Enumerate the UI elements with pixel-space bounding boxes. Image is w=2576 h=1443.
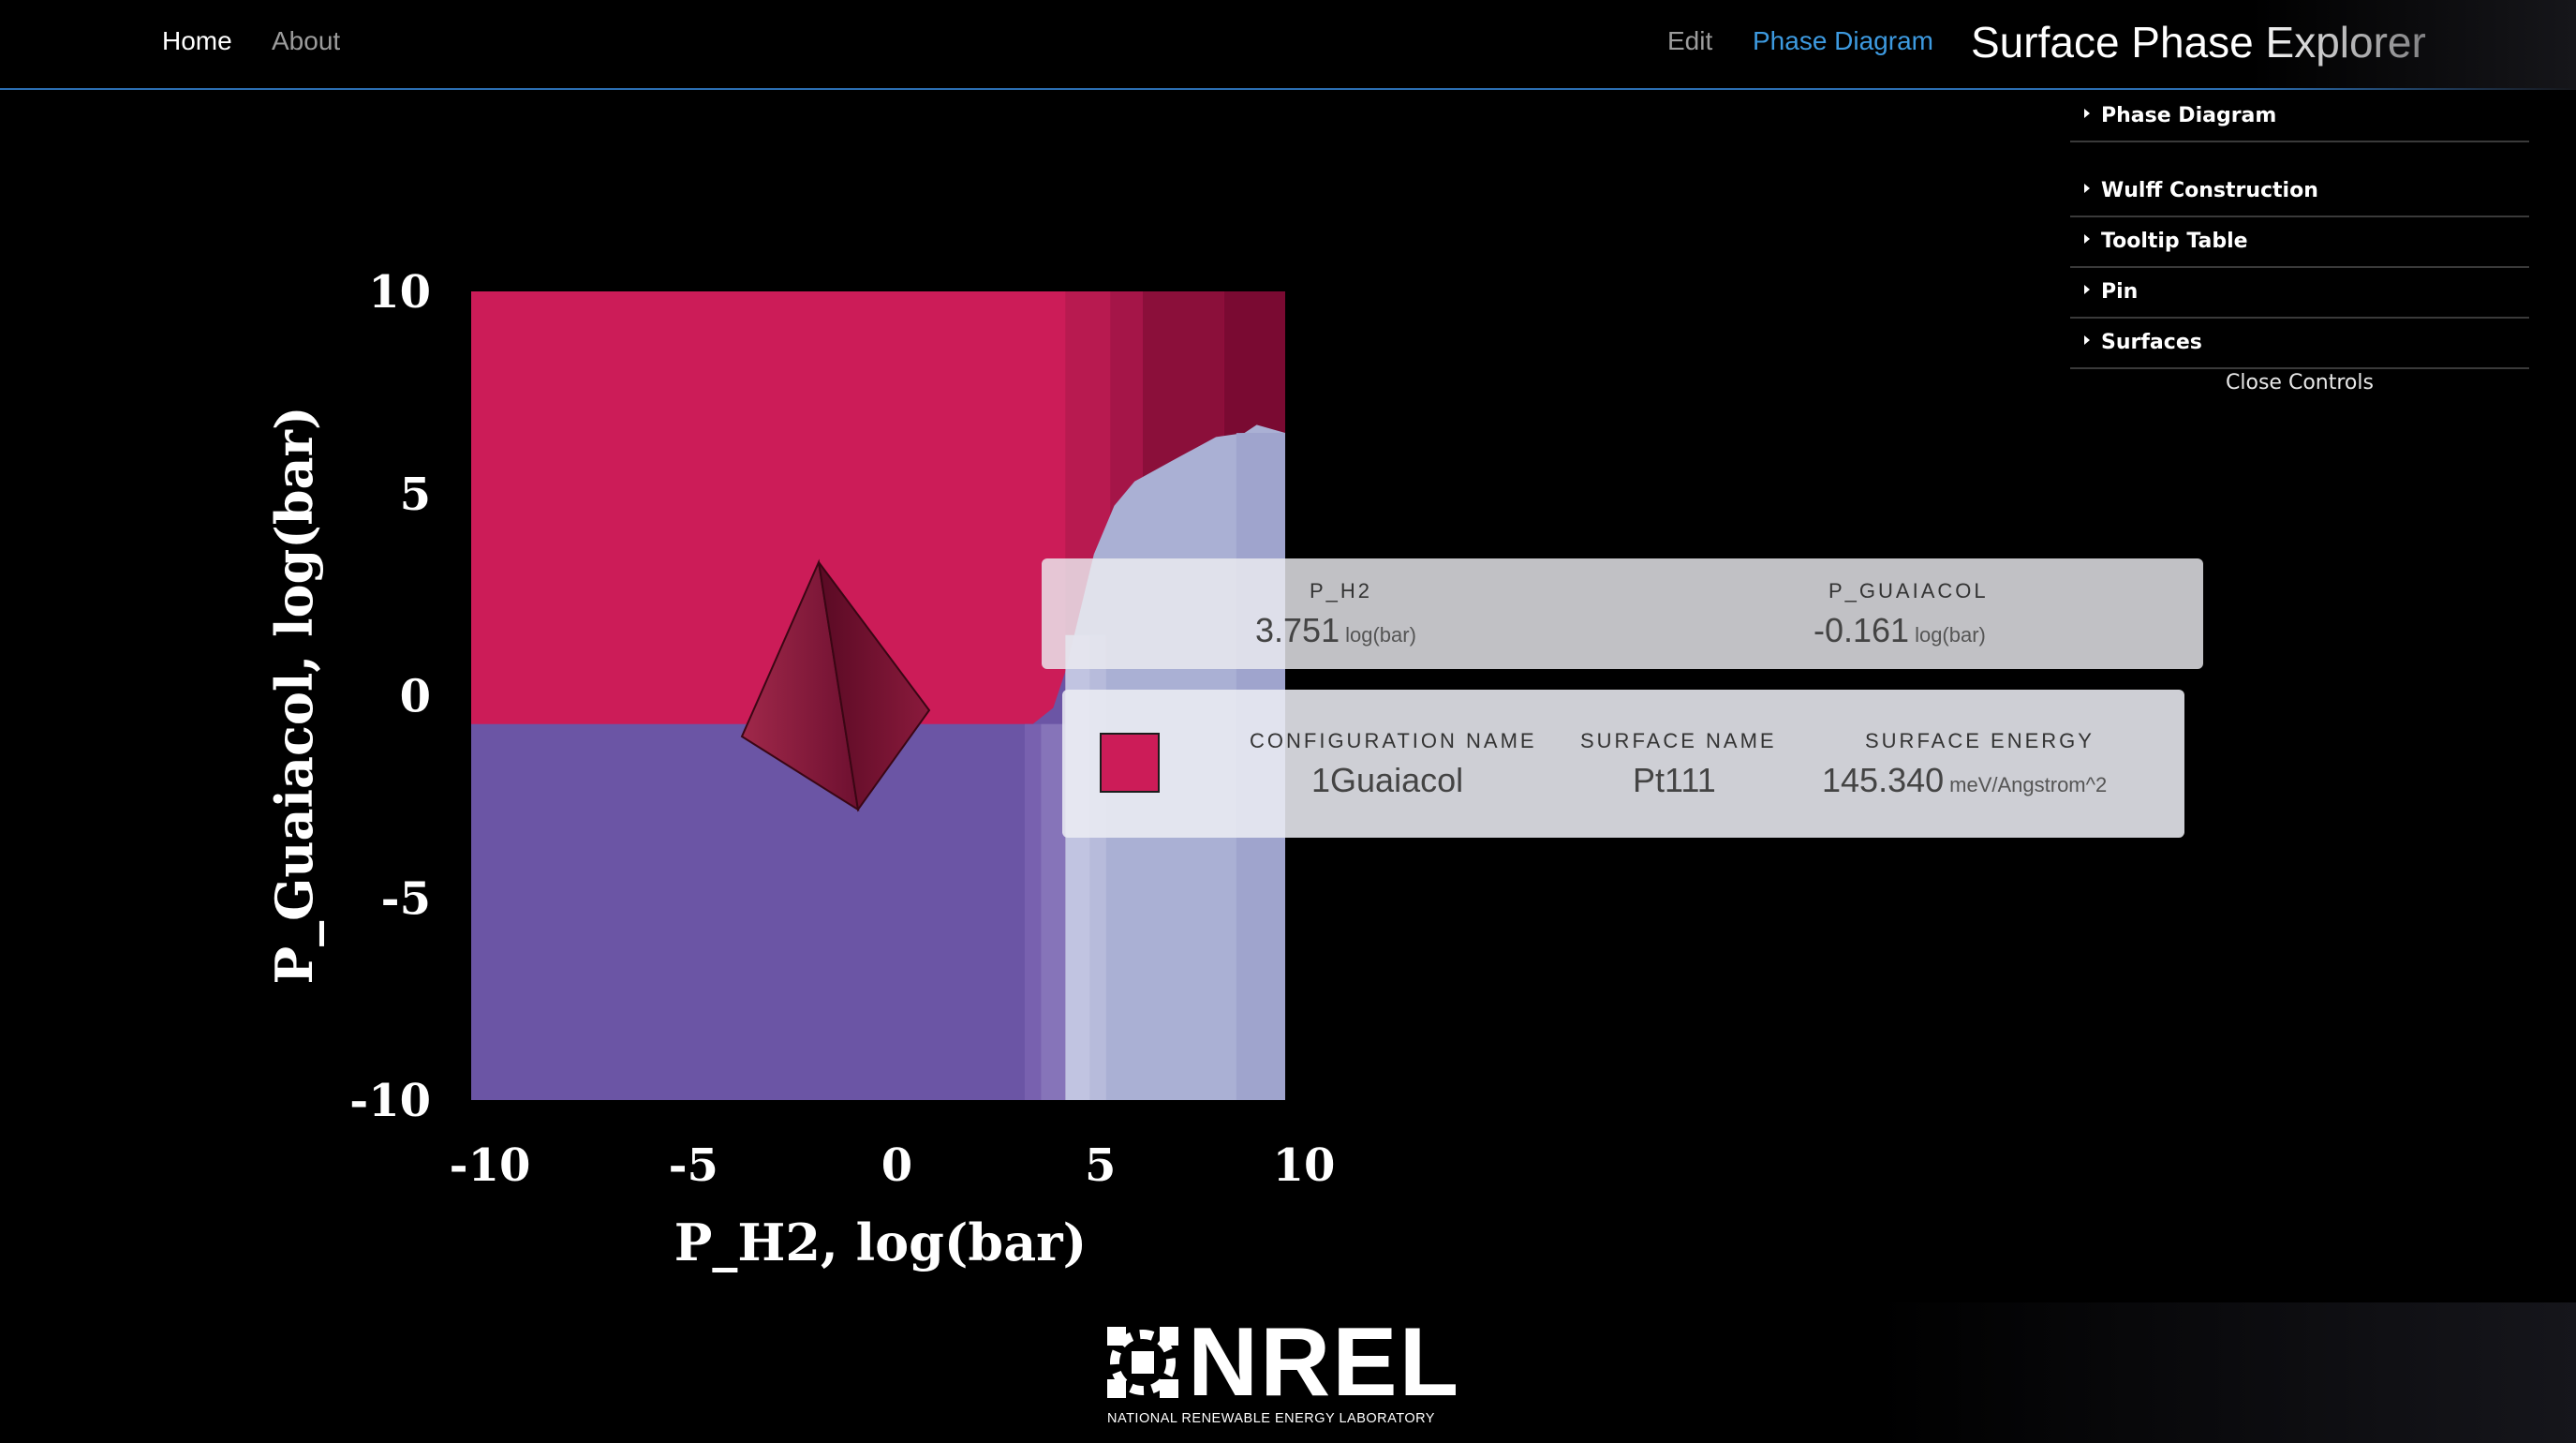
surface-tooltip-card: CONFIGURATION NAME 1Guaiacol SURFACE NAM… (1062, 690, 2184, 838)
control-folder-pin[interactable]: Pin (2070, 270, 2529, 319)
x-tick-label: 10 (1273, 1139, 1336, 1192)
surface-name-value: Pt111 (1633, 761, 1716, 799)
footer-gradient (1873, 1302, 2576, 1443)
nrel-logo[interactable]: NREL NATIONAL RENEWABLE ENERGY LABORATOR… (1105, 1314, 1465, 1428)
triangle-right-icon (2084, 184, 2090, 193)
y-tick-label: -5 (381, 872, 431, 925)
control-folder-phase-diagram[interactable]: Phase Diagram (2070, 94, 2529, 142)
control-folder-label: Surfaces (2101, 331, 2202, 354)
y-axis-ticks: 10 5 0 -5 -10 (349, 266, 431, 1127)
surface-energy-value: 145.340 (1822, 761, 1945, 799)
x-axis-ticks: -10 -5 0 5 10 (450, 1139, 1336, 1192)
control-folder-label: Tooltip Table (2101, 230, 2248, 253)
p-h2-header: P_H2 (1310, 579, 1373, 602)
x-axis-title: P_H2, log(bar) (674, 1212, 1087, 1272)
phase-color-swatch (1100, 733, 1160, 793)
control-folder-surfaces[interactable]: Surfaces (2070, 320, 2529, 369)
nrel-emblem-icon (1107, 1327, 1178, 1398)
region-transition-band (1024, 723, 1042, 1100)
x-tick-label: -10 (450, 1139, 531, 1192)
surface-energy-value-group: 145.340 meV/Angstrom^2 (1822, 761, 2107, 800)
p-guaiacol-header: P_GUAIACOL (1828, 579, 1989, 602)
y-tick-label: 0 (400, 671, 431, 723)
p-h2-value-group: 3.751 log(bar) (1255, 611, 1416, 650)
p-guaiacol-value-group: -0.161 log(bar) (1814, 611, 1986, 650)
configuration-name-header: CONFIGURATION NAME (1250, 729, 1537, 752)
surface-energy-header: SURFACE ENERGY (1865, 729, 2095, 752)
y-tick-label: 10 (368, 266, 431, 319)
p-guaiacol-value: -0.161 (1814, 611, 1910, 649)
y-axis-title: P_Guaiacol, log(bar) (264, 406, 324, 984)
triangle-right-icon (2084, 234, 2090, 244)
configuration-name-value: 1Guaiacol (1311, 761, 1464, 799)
triangle-right-icon (2084, 335, 2090, 345)
control-folder-wulff-construction[interactable]: Wulff Construction (2070, 169, 2529, 217)
pressure-tooltip-card: P_H2 3.751 log(bar) P_GUAIACOL -0.161 log(… (1042, 558, 2203, 669)
p-guaiacol-unit: log(bar) (1915, 623, 1986, 647)
x-tick-label: 0 (881, 1139, 912, 1192)
surface-energy-unit: meV/Angstrom^2 (1949, 773, 2108, 796)
x-tick-label: 5 (1085, 1139, 1116, 1192)
triangle-right-icon (2084, 109, 2090, 118)
control-folder-label: Wulff Construction (2101, 179, 2318, 202)
triangle-right-icon (2084, 285, 2090, 294)
control-folder-label: Phase Diagram (2101, 104, 2277, 127)
p-h2-value: 3.751 (1255, 611, 1340, 649)
surface-name-header: SURFACE NAME (1580, 729, 1777, 752)
y-tick-label: -10 (349, 1075, 431, 1127)
p-h2-unit: log(bar) (1345, 623, 1416, 647)
y-tick-label: 5 (400, 469, 431, 521)
control-folder-label: Pin (2101, 280, 2139, 304)
x-tick-label: -5 (669, 1139, 718, 1192)
close-controls-button[interactable]: Close Controls (2070, 371, 2529, 394)
control-folder-tooltip-table[interactable]: Tooltip Table (2070, 219, 2529, 268)
nrel-wordmark: NREL (1188, 1308, 1461, 1417)
nrel-subtitle: NATIONAL RENEWABLE ENERGY LABORATORY (1107, 1411, 1435, 1426)
